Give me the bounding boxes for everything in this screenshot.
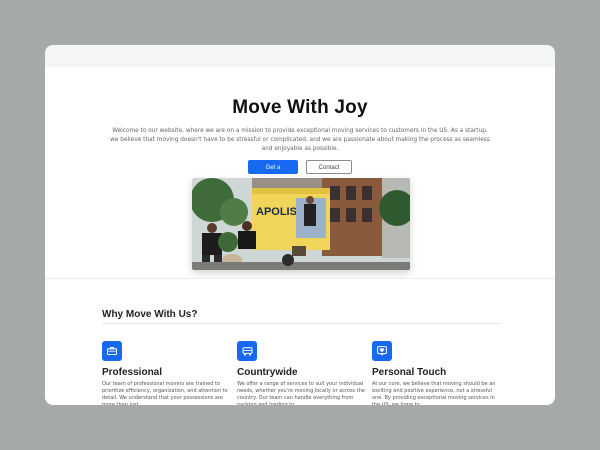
feature-professional: Professional Our team of professional mo… [102, 341, 232, 405]
briefcase-icon [102, 341, 122, 361]
heart-chat-icon [372, 341, 392, 361]
top-bar [45, 45, 555, 67]
feature-title: Professional [102, 367, 163, 378]
section-divider [45, 278, 555, 279]
feature-personal-touch: Personal Touch At our core, we believe t… [372, 341, 502, 405]
truck-icon [237, 341, 257, 361]
feature-desc: Our team of professional movers are trai… [102, 381, 228, 405]
feature-title: Personal Touch [372, 367, 447, 378]
why-section-title: Why Move With Us? [102, 309, 198, 320]
get-quote-button[interactable]: Get a Quote [248, 160, 298, 185]
hero-intro: Welcome to our website, where we are on … [110, 128, 490, 152]
hero-image: APOLIS [192, 178, 410, 270]
hero-section: Move With Joy Welcome to our website, wh… [45, 67, 555, 185]
feature-desc: At our core, we believe that moving shou… [372, 381, 496, 405]
why-title-underline [102, 323, 500, 324]
feature-countrywide: Countrywide We offer a range of services… [237, 341, 367, 405]
page-title: Move With Joy [232, 97, 368, 118]
browser-window: Move With Joy Welcome to our website, wh… [45, 45, 555, 405]
contact-us-button[interactable]: Contact US [306, 160, 352, 185]
truck-text: APOLIS [256, 206, 297, 218]
feature-title: Countrywide [237, 367, 298, 378]
feature-desc: We offer a range of services to suit you… [237, 381, 365, 405]
hero-buttons: Get a Quote Contact US [45, 160, 555, 185]
